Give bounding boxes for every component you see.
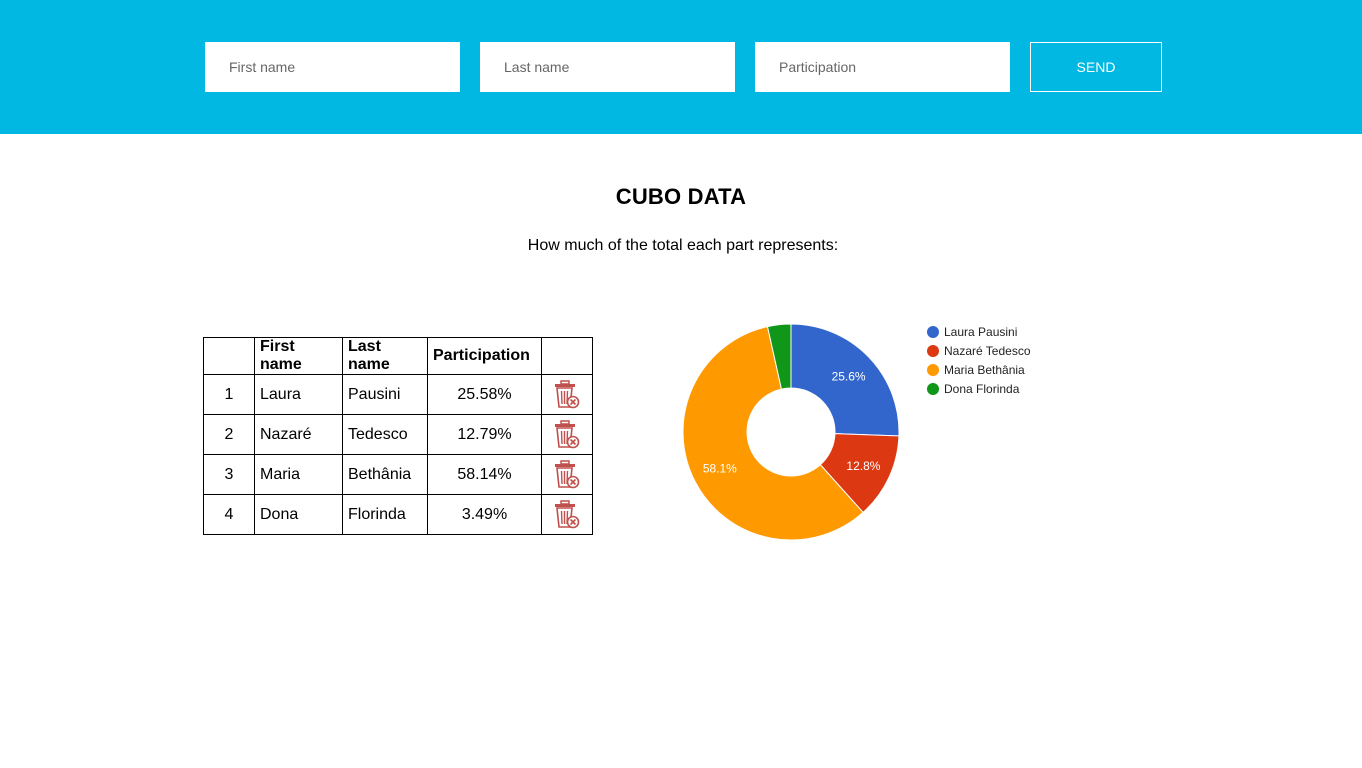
legend-item[interactable]: Dona Florinda [927,379,1031,398]
send-button[interactable]: SEND [1030,42,1162,92]
row-participation: 12.79% [427,414,542,455]
legend-label: Laura Pausini [944,324,1018,339]
trash-delete-icon[interactable] [554,499,580,530]
trash-delete-icon[interactable] [554,419,580,450]
participation-input[interactable] [755,42,1010,92]
legend-swatch [927,325,939,338]
row-index: 2 [203,414,255,455]
header-first-name: First name [254,337,343,375]
legend-label: Dona Florinda [944,381,1020,396]
trash-delete-icon[interactable] [554,459,580,490]
row-index: 1 [203,374,255,415]
row-last-name: Pausini [342,374,428,415]
legend-item[interactable]: Nazaré Tedesco [927,341,1031,360]
last-name-input[interactable] [480,42,735,92]
row-delete-cell [541,494,593,535]
table-row: 2 Nazaré Tedesco 12.79% [203,414,593,455]
header-index [203,337,255,375]
header-last-name: Last name [342,337,428,375]
row-first-name: Dona [254,494,343,535]
legend-item[interactable]: Laura Pausini [927,322,1031,341]
slice-label: 58.1% [703,462,737,476]
table-row: 1 Laura Pausini 25.58% [203,374,593,415]
row-last-name: Florinda [342,494,428,535]
row-delete-cell [541,454,593,495]
row-first-name: Laura [254,374,343,415]
row-last-name: Tedesco [342,414,428,455]
row-participation: 3.49% [427,494,542,535]
legend-label: Nazaré Tedesco [944,343,1031,358]
page-subtitle: How much of the total each part represen… [527,237,839,254]
row-participation: 25.58% [427,374,542,415]
row-first-name: Nazaré [254,414,343,455]
participation-donut-chart: 25.6% 12.8% 58.1% [682,323,900,541]
row-participation: 58.14% [427,454,542,495]
row-index: 4 [203,494,255,535]
page-title: CUBO DATA [615,184,747,209]
header-participation: Participation [427,337,542,375]
participants-table: First name Last name Participation 1 Lau… [203,337,593,535]
row-first-name: Maria [254,454,343,495]
row-delete-cell [541,374,593,415]
header-actions [541,337,593,375]
table-row: 3 Maria Bethânia 58.14% [203,454,593,495]
top-bar: SEND [0,0,1362,134]
table-row: 4 Dona Florinda 3.49% [203,494,593,535]
chart-legend: Laura Pausini Nazaré Tedesco Maria Bethâ… [927,322,1031,398]
slice-label: 12.8% [846,459,880,473]
row-delete-cell [541,414,593,455]
legend-label: Maria Bethânia [944,362,1025,377]
table-header-row: First name Last name Participation [203,337,593,375]
legend-swatch [927,363,939,376]
legend-swatch [927,382,939,395]
legend-swatch [927,344,939,357]
trash-delete-icon[interactable] [554,379,580,410]
slice-label: 25.6% [832,369,866,383]
row-last-name: Bethânia [342,454,428,495]
legend-item[interactable]: Maria Bethânia [927,360,1031,379]
row-index: 3 [203,454,255,495]
first-name-input[interactable] [205,42,460,92]
